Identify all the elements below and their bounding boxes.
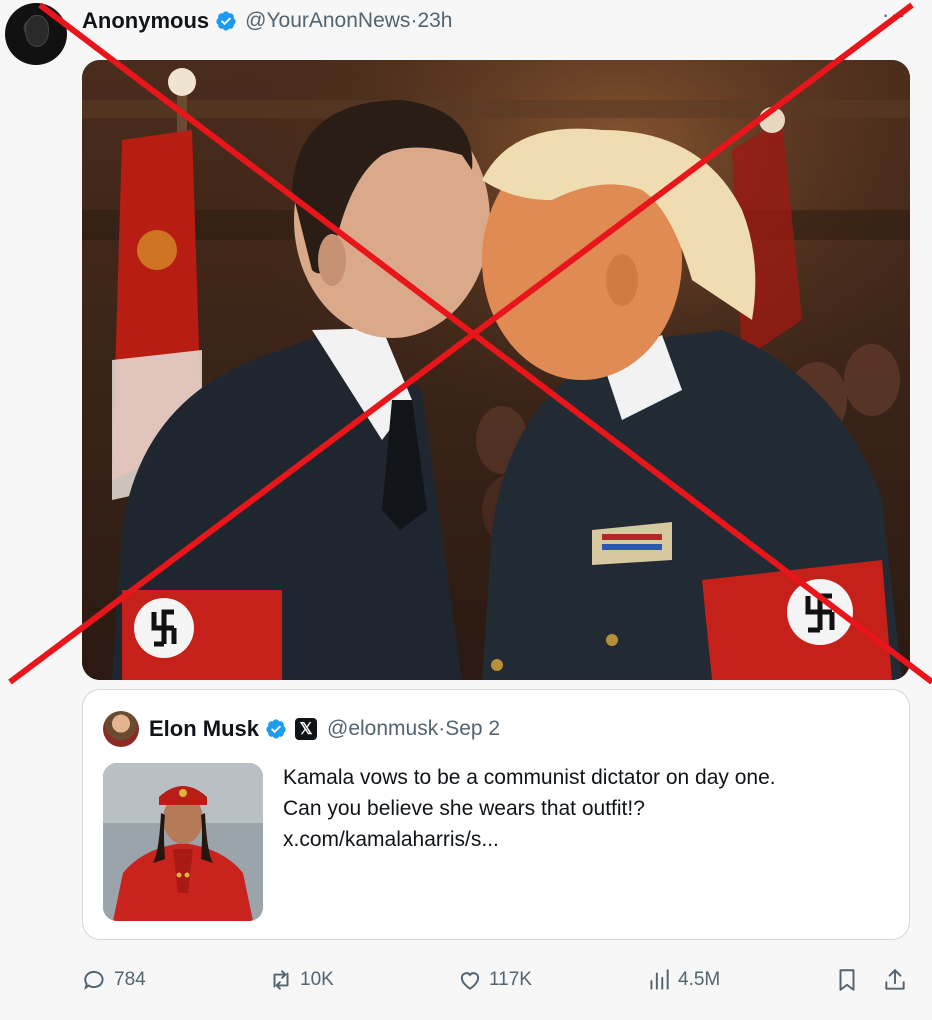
verified-badge-icon [216, 11, 236, 31]
views-button[interactable]: 4.5M [646, 962, 720, 998]
quoted-text-line: Can you believe she wears that outfit!? [283, 797, 645, 820]
quoted-text-line: Kamala vows to be a communist dictator o… [283, 766, 776, 789]
x-affiliation-badge-icon: 𝕏 [295, 718, 318, 740]
quoted-tweet[interactable]: Elon Musk 𝕏 @elonmusk · Sep 2 Kamala vow… [82, 689, 910, 940]
author-handle[interactable]: @YourAnonNews [245, 9, 410, 33]
quoted-author-handle[interactable]: @elonmusk [327, 717, 438, 741]
quoted-thumbnail-illustration [103, 763, 263, 921]
bookmark-icon [839, 969, 855, 991]
views-chart-icon [650, 969, 669, 990]
repost-icon [273, 970, 289, 990]
quoted-tweet-header: Elon Musk 𝕏 @elonmusk · Sep 2 [149, 714, 500, 744]
quoted-link[interactable]: x.com/kamalaharris/s... [283, 824, 893, 855]
bookmark-button[interactable] [834, 962, 866, 998]
reply-icon [84, 970, 104, 990]
handle-separator: · [438, 717, 446, 740]
share-icon [885, 969, 905, 990]
quoted-tweet-text: Kamala vows to be a communist dictator o… [283, 762, 893, 855]
share-button[interactable] [882, 962, 914, 998]
views-count: 4.5M [678, 969, 721, 990]
repost-button[interactable]: 10K [268, 962, 334, 998]
quoted-thumbnail[interactable] [103, 763, 263, 921]
more-options-icon[interactable]: ··· [882, 2, 907, 28]
reply-count: 784 [114, 969, 146, 990]
post-image-illustration [82, 60, 910, 680]
post-time[interactable]: 23h [417, 9, 452, 33]
heart-icon [460, 972, 480, 990]
post-image[interactable] [82, 60, 910, 680]
quoted-post-date[interactable]: Sep 2 [445, 717, 500, 741]
reply-button[interactable]: 784 [82, 962, 146, 998]
tweet-header: Anonymous @YourAnonNews · 23h [82, 6, 452, 36]
like-count: 117K [489, 969, 532, 990]
verified-badge-icon [266, 719, 286, 739]
like-button[interactable]: 117K [457, 962, 532, 998]
author-name[interactable]: Anonymous [82, 8, 209, 34]
repost-count: 10K [300, 969, 334, 990]
handle-separator: · [410, 9, 418, 32]
quoted-author-avatar[interactable] [103, 711, 139, 747]
quoted-author-name[interactable]: Elon Musk [149, 716, 259, 742]
action-bar: 784 10K 117K 4.5M [82, 962, 912, 998]
author-avatar[interactable] [5, 3, 67, 65]
